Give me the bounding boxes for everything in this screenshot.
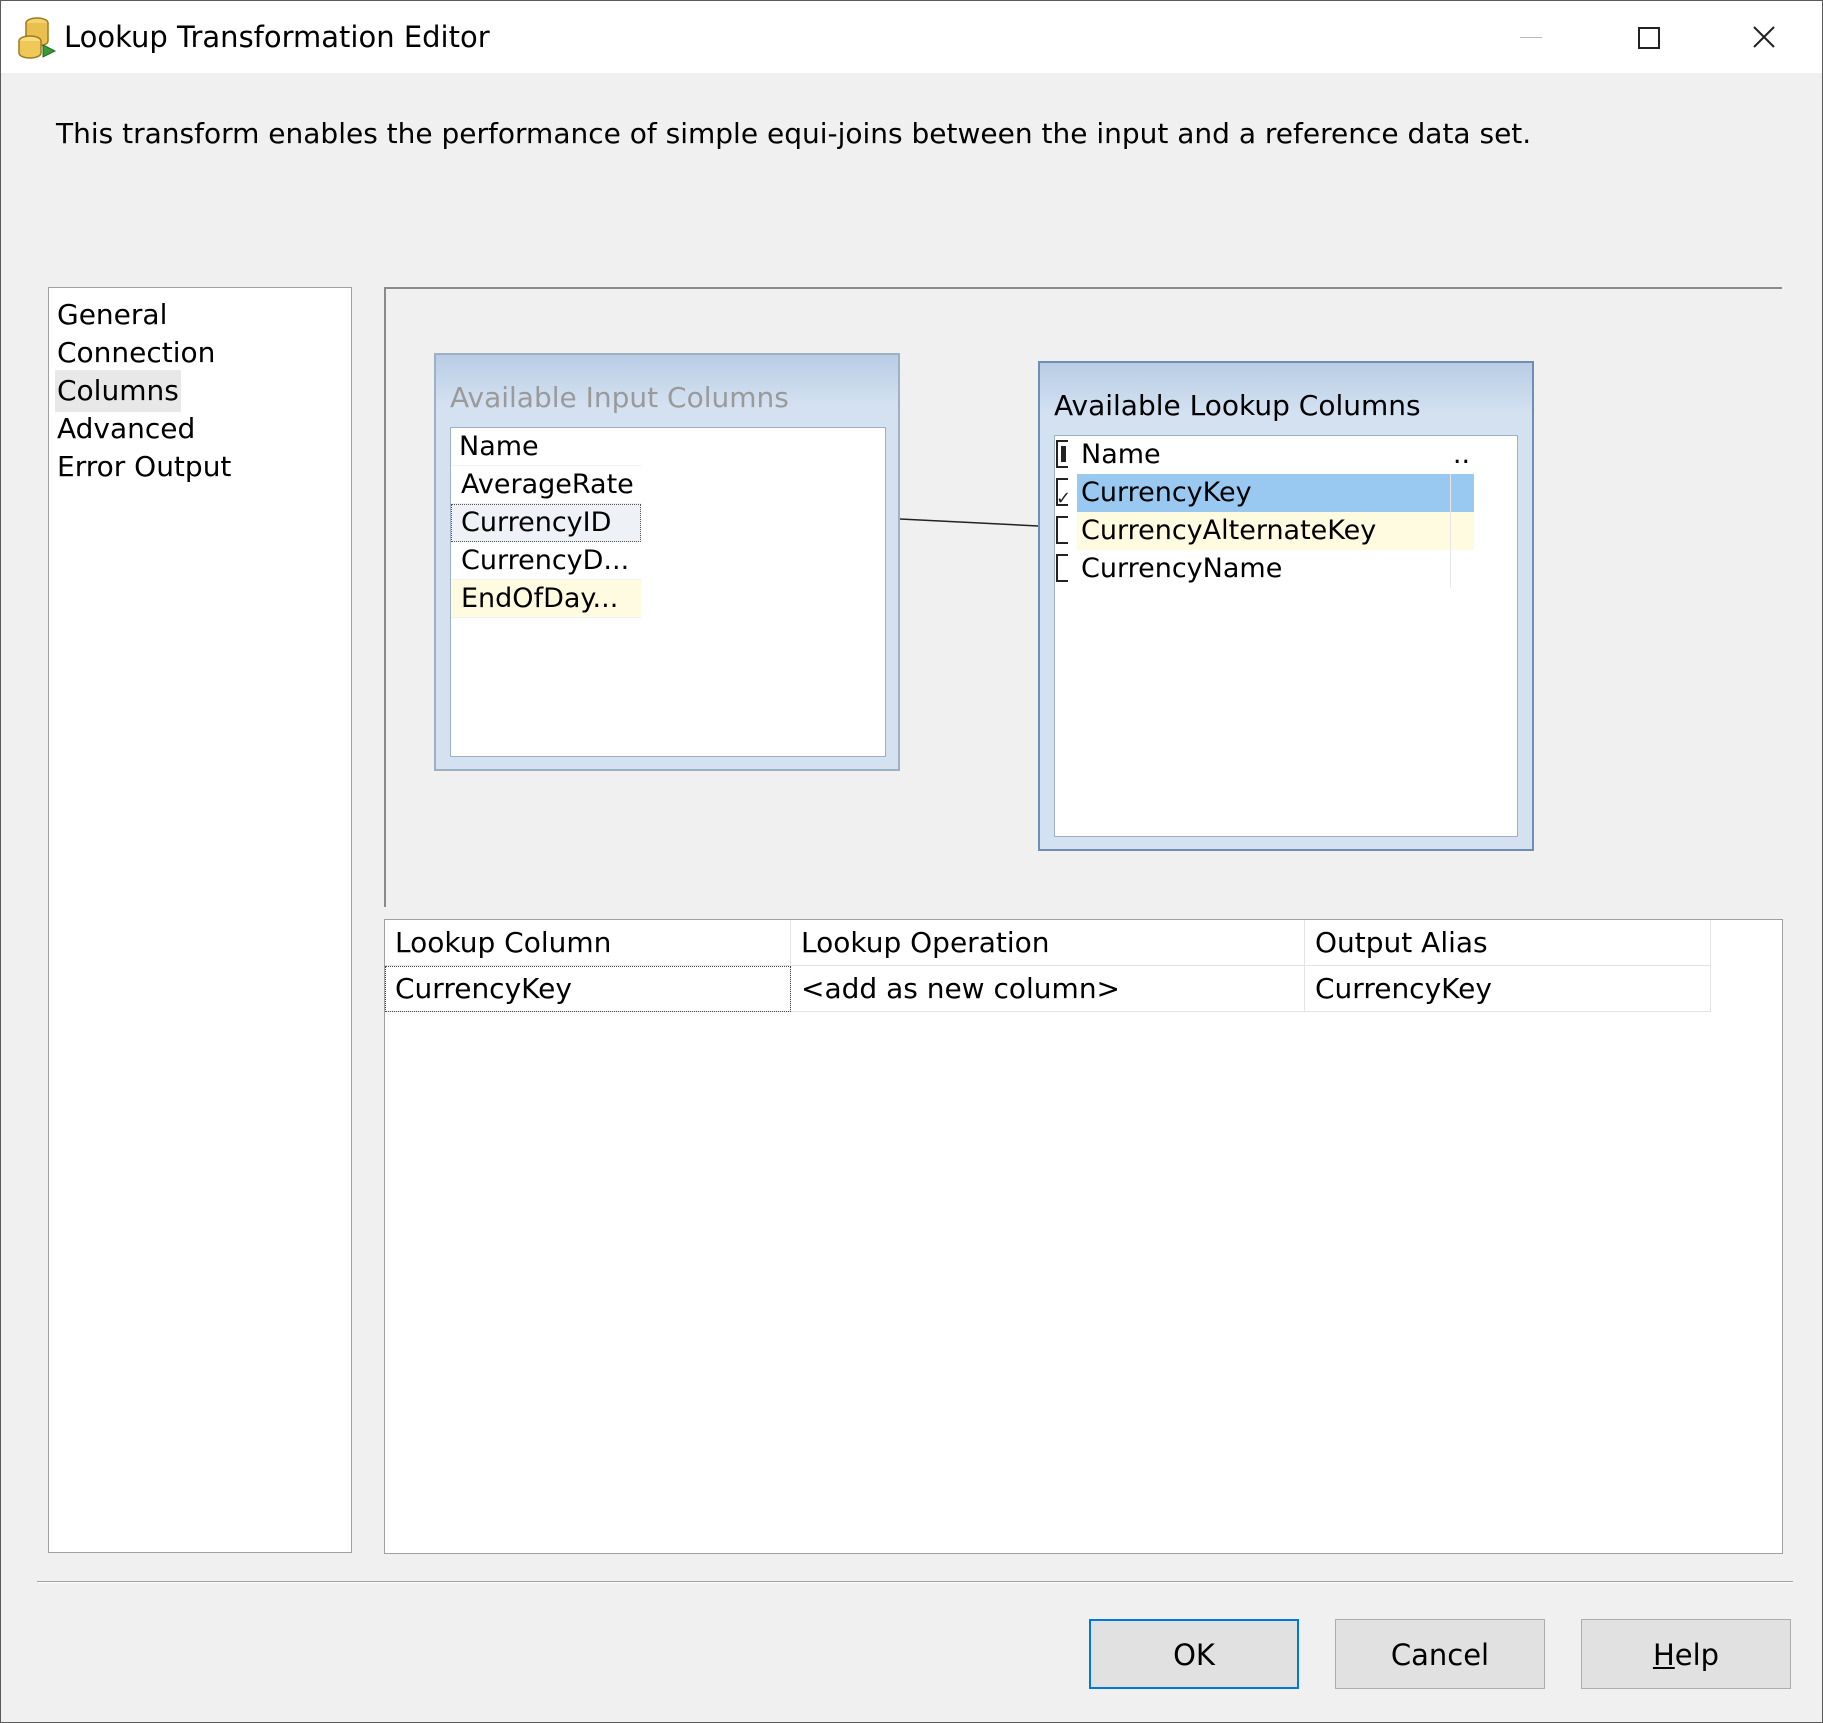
close-button[interactable]	[1706, 1, 1822, 73]
maximize-icon	[1638, 27, 1660, 49]
ok-button[interactable]: OK	[1089, 1619, 1299, 1689]
nav-item-connection[interactable]: Connection	[55, 332, 217, 374]
lookup-transform-icon	[17, 15, 57, 59]
lookup-column-extra	[1450, 474, 1474, 512]
lookup-column-label: CurrencyName	[1081, 553, 1283, 584]
input-columns-title: Available Input Columns	[450, 381, 789, 414]
available-lookup-columns-box[interactable]: Available Lookup Columns Name .. ✓ Curre…	[1038, 361, 1534, 851]
lookup-columns-title: Available Lookup Columns	[1054, 389, 1421, 422]
title-bar[interactable]: Lookup Transformation Editor	[1, 1, 1822, 73]
lookup-column-label: CurrencyAlternateKey	[1077, 512, 1450, 550]
minimize-button[interactable]	[1474, 1, 1590, 73]
lookup-columns-header: Name ..	[1055, 436, 1473, 474]
nav-item-advanced[interactable]: Advanced	[55, 408, 197, 450]
available-input-columns-box[interactable]: Available Input Columns Name AverageRate…	[434, 353, 900, 771]
lookup-column-extra	[1450, 550, 1474, 588]
lookup-column-extra	[1450, 512, 1474, 550]
input-columns-header: Name	[451, 428, 641, 466]
grid-cell-lookup-column[interactable]: CurrencyKey	[385, 966, 791, 1012]
page-navigation-list: General Connection Columns Advanced Erro…	[48, 287, 352, 1553]
input-column-endofday[interactable]: EndOfDay...	[451, 580, 641, 618]
footer-separator	[37, 1581, 1793, 1583]
lookup-column-currencyname[interactable]: CurrencyName	[1055, 550, 1473, 588]
description-text: This transform enables the performance o…	[56, 117, 1532, 150]
lookup-header-name: Name	[1081, 439, 1161, 470]
checkmark-icon: ✓	[1056, 488, 1072, 509]
grid-cell-output-alias[interactable]: CurrencyKey	[1305, 966, 1711, 1012]
help-label: elp	[1674, 1638, 1720, 1672]
help-button[interactable]: Help	[1581, 1619, 1791, 1689]
lookup-transformation-editor-window: Lookup Transformation Editor This transf…	[0, 0, 1823, 1723]
close-icon	[1753, 26, 1775, 48]
grid-header-output-alias[interactable]: Output Alias	[1305, 920, 1711, 966]
lookup-column-currencykey[interactable]: ✓ CurrencyKey	[1055, 474, 1474, 512]
help-mnemonic: H	[1652, 1638, 1675, 1672]
nav-item-general[interactable]: General	[55, 294, 169, 336]
lookup-columns-grid[interactable]: Lookup Column Lookup Operation Output Al…	[384, 919, 1783, 1554]
input-column-currencydate[interactable]: CurrencyD...	[451, 542, 641, 580]
window-title: Lookup Transformation Editor	[64, 20, 490, 54]
cancel-button[interactable]: Cancel	[1335, 1619, 1545, 1689]
currencyname-checkbox[interactable]	[1056, 554, 1068, 582]
currencyalternatekey-checkbox[interactable]	[1056, 516, 1068, 544]
input-column-currencyid[interactable]: CurrencyID	[451, 504, 641, 542]
lookup-columns-list[interactable]: Name .. ✓ CurrencyKey CurrencyAlternateK…	[1054, 435, 1518, 837]
column-mapping-designer[interactable]: Available Input Columns Name AverageRate…	[384, 287, 1782, 907]
nav-item-error-output[interactable]: Error Output	[55, 446, 233, 488]
minimize-icon	[1520, 37, 1542, 38]
input-columns-list[interactable]: Name AverageRate CurrencyID CurrencyD...…	[450, 427, 886, 757]
grid-cell-lookup-operation[interactable]: <add as new column>	[791, 966, 1305, 1012]
lookup-header-extra: ..	[1452, 439, 1471, 470]
lookup-column-label: CurrencyKey	[1077, 474, 1450, 512]
grid-header-lookup-column[interactable]: Lookup Column	[385, 920, 791, 966]
lookup-column-currencyalternatekey[interactable]: CurrencyAlternateKey	[1055, 512, 1474, 550]
input-column-averagerate[interactable]: AverageRate	[451, 466, 641, 504]
grid-header-lookup-operation[interactable]: Lookup Operation	[791, 920, 1305, 966]
maximize-button[interactable]	[1590, 1, 1706, 73]
select-all-checkbox[interactable]	[1056, 440, 1068, 468]
nav-item-columns[interactable]: Columns	[55, 370, 181, 412]
